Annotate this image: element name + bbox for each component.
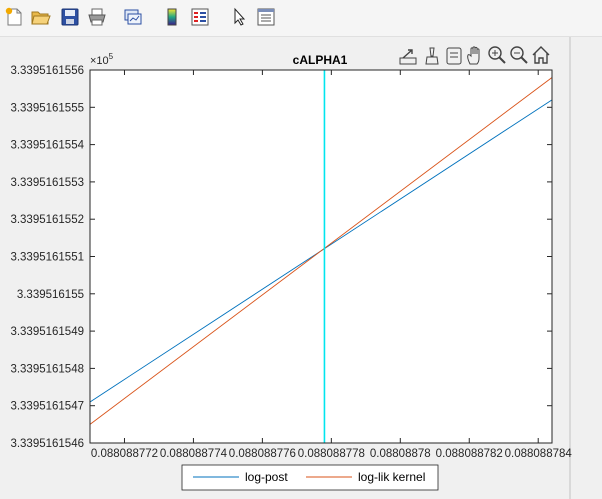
chart-title: cALPHA1 [293, 53, 348, 67]
y-tick-label: 3.3395161549 [10, 326, 84, 338]
y-tick-label: 3.3395161552 [10, 214, 84, 226]
legend[interactable]: log-post log-lik kernel [181, 464, 439, 491]
pan-hand-icon[interactable] [467, 46, 480, 65]
x-tick-label: 0.08808878 [370, 448, 431, 460]
y-tick-label: 3.3395161548 [10, 363, 84, 375]
y-tick-label: 3.3395161553 [10, 177, 84, 189]
x-tick-label: 0.088088774 [160, 448, 228, 460]
axes-toolbar [399, 46, 550, 65]
x-tick-label: 0.088088778 [298, 448, 365, 460]
x-tick-label: 0.088088772 [91, 448, 158, 460]
y-tick-label: 3.339516155 [17, 289, 84, 301]
data-tips-icon[interactable] [446, 47, 462, 65]
y-exponent-label: ×105 [90, 52, 114, 67]
y-tick-label: 3.3395161556 [10, 65, 84, 77]
plot-area[interactable] [90, 70, 552, 443]
legend-label-log-post: log-post [245, 470, 288, 484]
y-tick-label: 3.3395161547 [10, 401, 84, 413]
home-icon[interactable] [532, 46, 550, 64]
brush-icon[interactable] [425, 47, 439, 65]
x-tick-label: 0.088088776 [229, 448, 296, 460]
x-tick-label: 0.088088782 [436, 448, 503, 460]
legend-label-log-lik-kernel: log-lik kernel [358, 470, 425, 484]
line-chart: 0.088088772 0.088088774 0.088088776 0.08808… [10, 46, 573, 491]
export-icon[interactable] [399, 49, 417, 65]
y-tick-label: 3.3395161551 [10, 252, 84, 264]
y-tick-label: 3.3395161554 [10, 140, 84, 152]
y-tick-label: 3.3395161546 [10, 438, 84, 450]
x-tick-label: 0.088088784 [505, 448, 573, 460]
y-tick-label: 3.3395161555 [10, 102, 84, 114]
zoom-out-icon[interactable] [510, 46, 528, 64]
zoom-in-icon[interactable] [488, 46, 506, 64]
